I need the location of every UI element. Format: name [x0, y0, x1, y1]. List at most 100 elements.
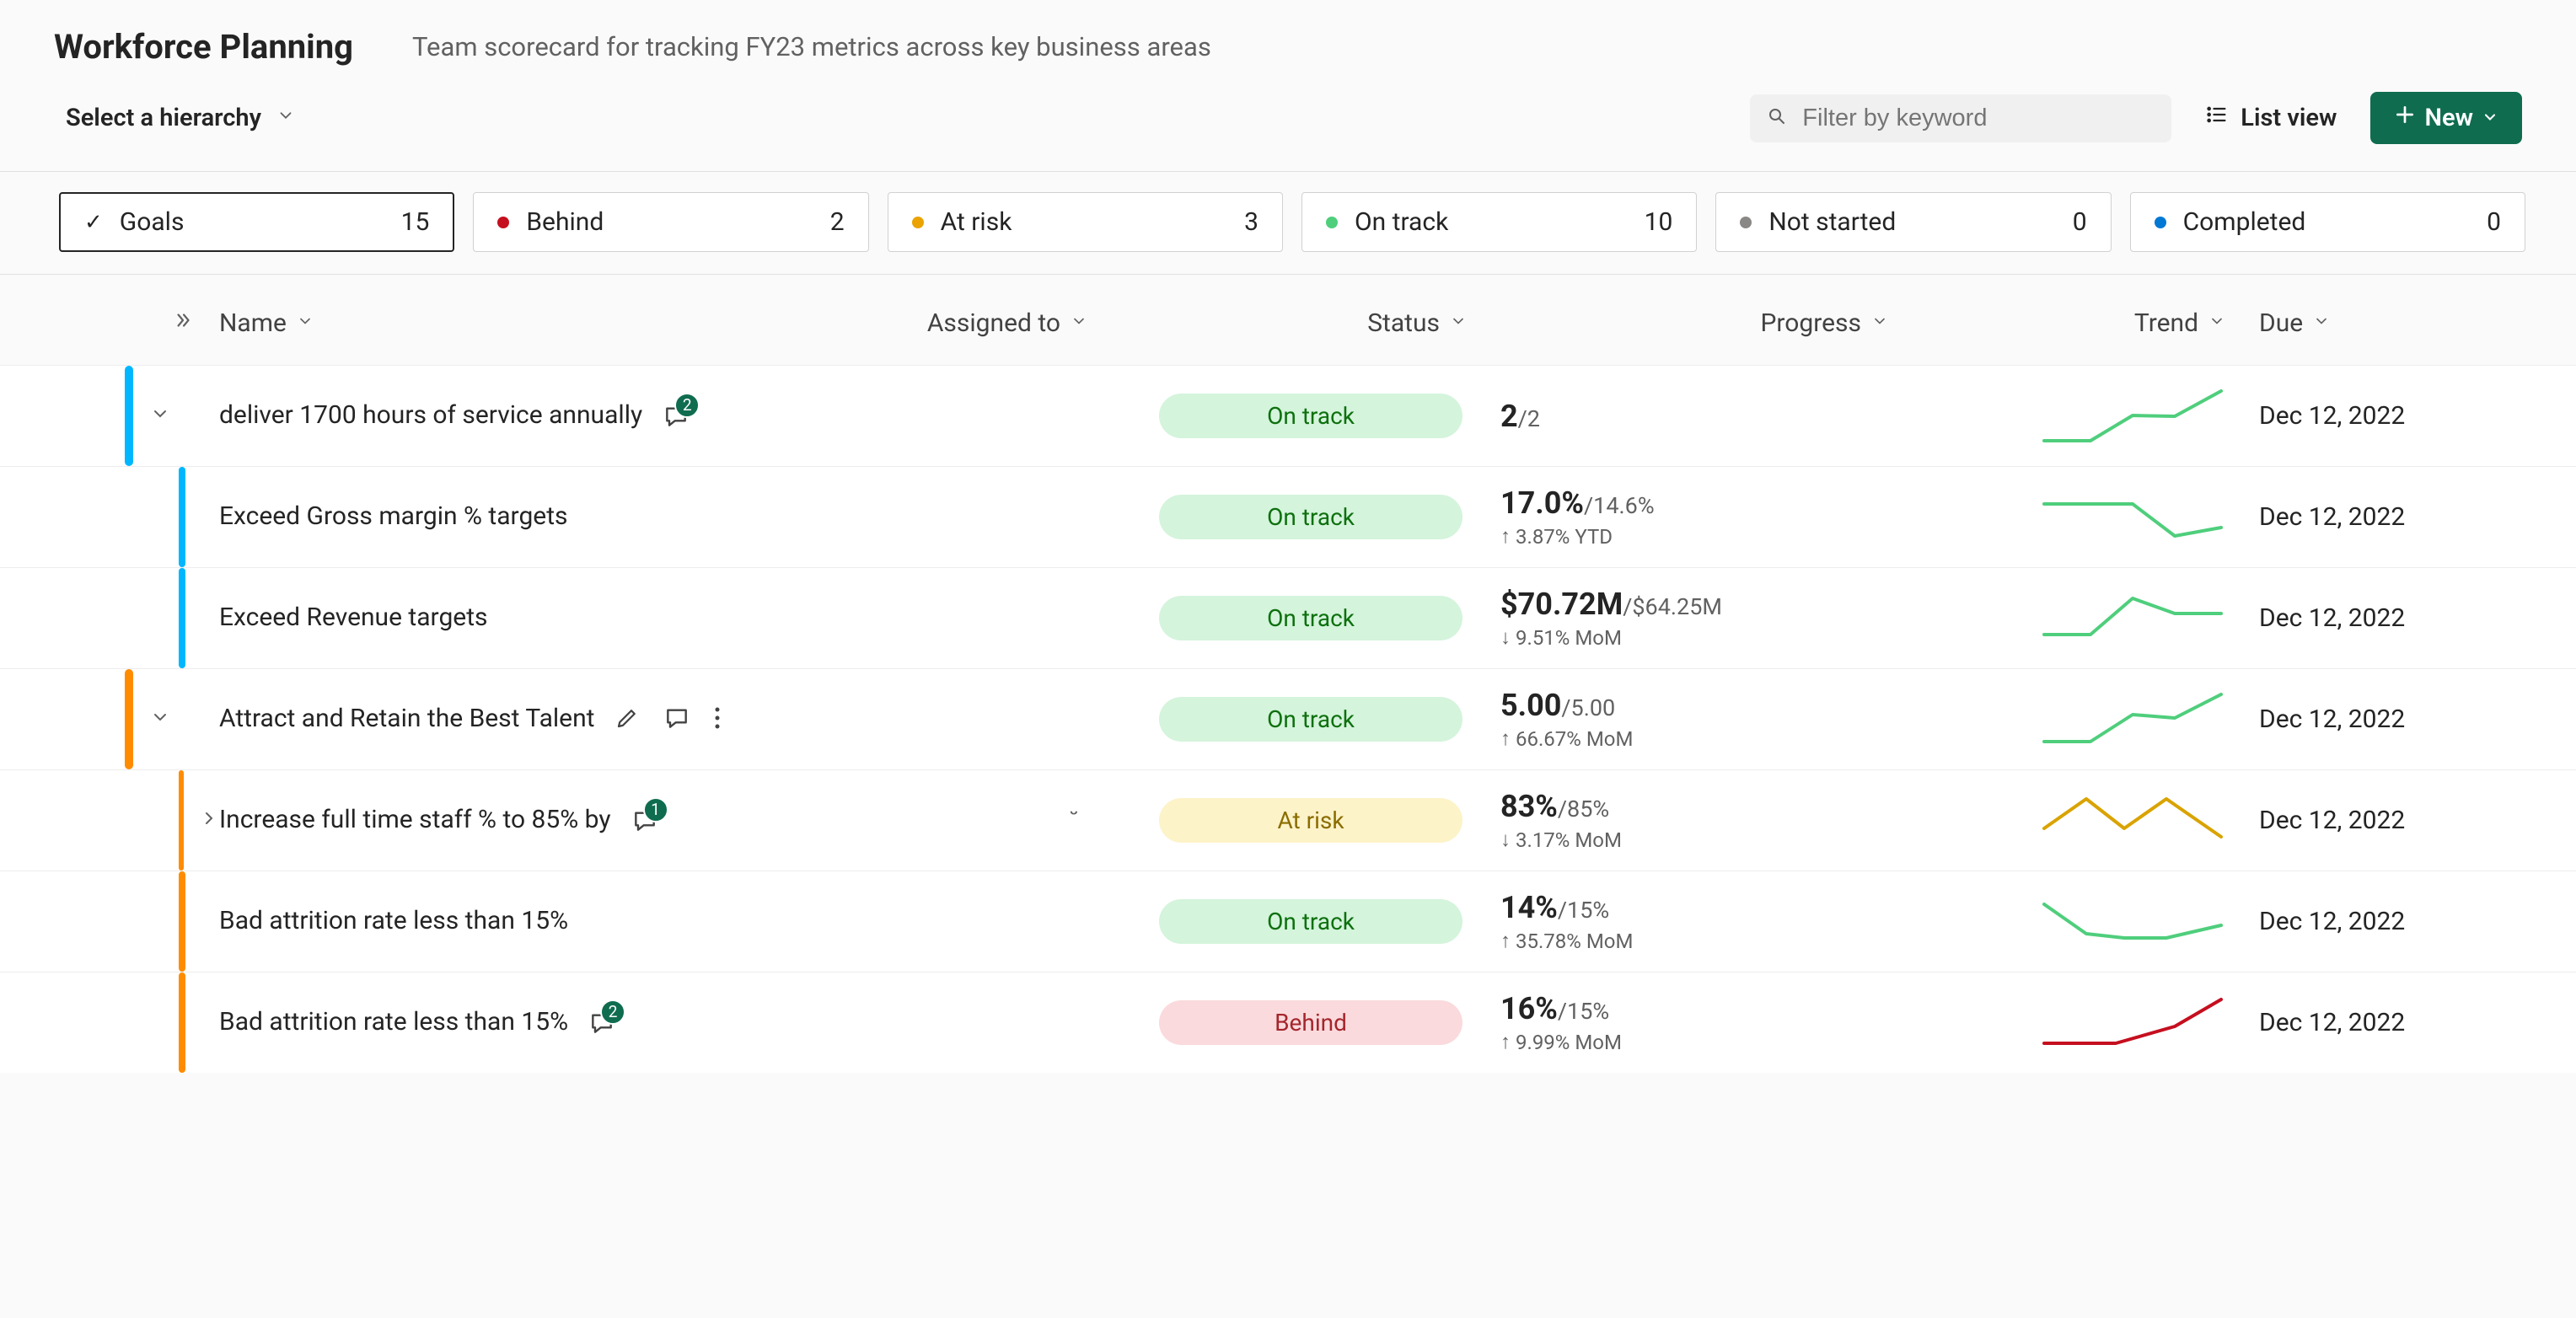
accent-bar: [125, 669, 133, 769]
status-dot-icon: [912, 217, 924, 228]
more-icon[interactable]: [714, 705, 721, 734]
col-due[interactable]: Due: [2259, 308, 2512, 338]
goal-row[interactable]: Exceed Gross margin % targets On track 17.…: [0, 466, 2576, 567]
progress-delta: 3.87% YTD: [1500, 524, 1922, 549]
filter-tab-on-track[interactable]: On track10: [1301, 192, 1697, 252]
progress-cell: 16%/15% 9.99% MoM: [1500, 991, 1922, 1054]
status-pill[interactable]: On track: [1159, 697, 1462, 742]
goal-row[interactable]: Bad attrition rate less than 15%2Behind1…: [0, 972, 2576, 1073]
accent-bar: [179, 871, 185, 972]
hierarchy-dropdown[interactable]: Select a hierarchy: [66, 104, 295, 132]
accent-bar: [125, 366, 133, 466]
list-view-button[interactable]: List view: [2188, 93, 2353, 143]
progress-cell: 83%/85%3.17% MoM: [1500, 789, 1922, 852]
filter-tab-not-started[interactable]: Not started 0: [1715, 192, 2111, 252]
filter-label: Not started: [1768, 207, 1896, 237]
goal-name: deliver 1700 hours of service annually: [219, 396, 642, 436]
filter-tab-behind[interactable]: Behind2: [473, 192, 868, 252]
progress-value: 17.0%: [1500, 485, 1584, 521]
filter-count: 3: [1244, 207, 1258, 237]
chevron-down-icon: [2482, 104, 2498, 132]
edit-icon[interactable]: [614, 705, 640, 734]
accent-bar: [179, 568, 185, 668]
progress-value: 2: [1500, 399, 1518, 434]
progress-delta: 9.99% MoM: [1500, 1030, 1922, 1054]
expand-toggle[interactable]: [148, 707, 172, 732]
col-progress[interactable]: Progress: [1500, 308, 1922, 338]
trend-sparkline: [1922, 487, 2259, 548]
progress-target: /15%: [1558, 998, 1609, 1025]
goal-row[interactable]: Exceed Revenue targetsOn track$70.72M/$6…: [0, 567, 2576, 668]
page-header: Workforce Planning Team scorecard for tr…: [0, 0, 2576, 83]
progress-cell: 14%/15%35.78% MoM: [1500, 890, 1922, 953]
col-trend[interactable]: Trend: [1922, 308, 2259, 338]
goal-row[interactable]: Attract and Retain the Best TalentOn tra…: [0, 668, 2576, 769]
chevron-down-icon: [297, 313, 314, 335]
comment-icon[interactable]: 2: [663, 403, 690, 430]
new-button[interactable]: New: [2370, 92, 2522, 144]
progress-target: /85%: [1558, 796, 1609, 822]
comment-icon[interactable]: 2: [588, 1010, 615, 1037]
status-dot-icon: [1740, 217, 1752, 228]
status-pill[interactable]: On track: [1159, 394, 1462, 438]
due-date: Dec 12, 2022: [2259, 401, 2512, 431]
trend-sparkline: [1922, 386, 2259, 447]
col-assigned-to[interactable]: Assigned to: [742, 308, 1121, 338]
filter-tabs: ✓ Goals 15 Behind2 At risk3 On track10 Not sta…: [0, 171, 2576, 275]
comment-icon[interactable]: [663, 705, 690, 735]
trend-sparkline: [1922, 892, 2259, 952]
progress-delta: 9.51% MoM: [1500, 625, 1922, 650]
chevron-down-icon: [2313, 313, 2330, 335]
progress-target: /14.6%: [1584, 492, 1655, 519]
search-box[interactable]: [1750, 94, 2171, 142]
goal-row[interactable]: Bad attrition rate less than 15%On track…: [0, 871, 2576, 972]
filter-tab-completed[interactable]: Completed0: [2130, 192, 2525, 252]
progress-value: 14%: [1500, 890, 1558, 925]
status-pill[interactable]: On track: [1159, 596, 1462, 640]
goal-row[interactable]: deliver 1700 hours of service annually 2 O…: [0, 365, 2576, 466]
expand-toggle[interactable]: [199, 808, 219, 833]
expand-toggle[interactable]: [148, 404, 172, 429]
status-dot-icon: [2155, 217, 2166, 228]
status-pill[interactable]: On track: [1159, 899, 1462, 944]
comment-icon[interactable]: 1: [631, 807, 658, 834]
goal-name: Exceed Gross margin % targets: [219, 497, 568, 537]
trend-sparkline: [1922, 588, 2259, 649]
filter-label: On track: [1355, 207, 1448, 237]
trend-sparkline: [1922, 790, 2259, 851]
goal-rows: deliver 1700 hours of service annually 2 O…: [0, 365, 2576, 1073]
check-icon: ✓: [84, 210, 103, 235]
filter-count: 15: [401, 207, 430, 237]
new-label: New: [2424, 104, 2473, 132]
progress-delta: 35.78% MoM: [1500, 929, 1922, 953]
accent-bar: [179, 467, 185, 567]
expand-all-icon[interactable]: [172, 308, 194, 338]
hierarchy-label: Select a hierarchy: [66, 104, 261, 132]
progress-target: /$64.25M: [1623, 593, 1722, 620]
progress-cell: 5.00/5.00 66.67% MoM: [1500, 688, 1922, 751]
progress-value: 16%: [1500, 991, 1558, 1026]
filter-count: 0: [2073, 207, 2087, 237]
chevron-down-icon: [1071, 313, 1087, 335]
filter-tab-goals[interactable]: ✓ Goals 15: [59, 192, 454, 252]
page-subtitle: Team scorecard for tracking FY23 metrics…: [412, 31, 1211, 62]
status-pill[interactable]: On track: [1159, 495, 1462, 539]
filter-label: Goals: [120, 207, 185, 237]
progress-target: /5.00: [1561, 694, 1615, 721]
status-dot-icon: [497, 217, 509, 228]
search-icon: [1767, 106, 1787, 130]
status-pill[interactable]: At risk: [1159, 798, 1462, 843]
comment-count: 2: [674, 393, 700, 418]
due-date: Dec 12, 2022: [2259, 907, 2512, 936]
col-name[interactable]: Name: [219, 308, 742, 338]
due-date: Dec 12, 2022: [2259, 806, 2512, 835]
goal-row[interactable]: Increase full time staff % to 85% by1˘At…: [0, 769, 2576, 871]
filter-tab-at-risk[interactable]: At risk3: [888, 192, 1283, 252]
progress-value: 83%: [1500, 789, 1558, 824]
status-pill[interactable]: Behind: [1159, 1000, 1462, 1045]
col-status[interactable]: Status: [1121, 308, 1500, 338]
progress-delta: 66.67% MoM: [1500, 726, 1922, 751]
chevron-down-icon: [1871, 313, 1888, 335]
progress-value: 5.00: [1500, 688, 1561, 723]
search-input[interactable]: [1802, 104, 2155, 132]
